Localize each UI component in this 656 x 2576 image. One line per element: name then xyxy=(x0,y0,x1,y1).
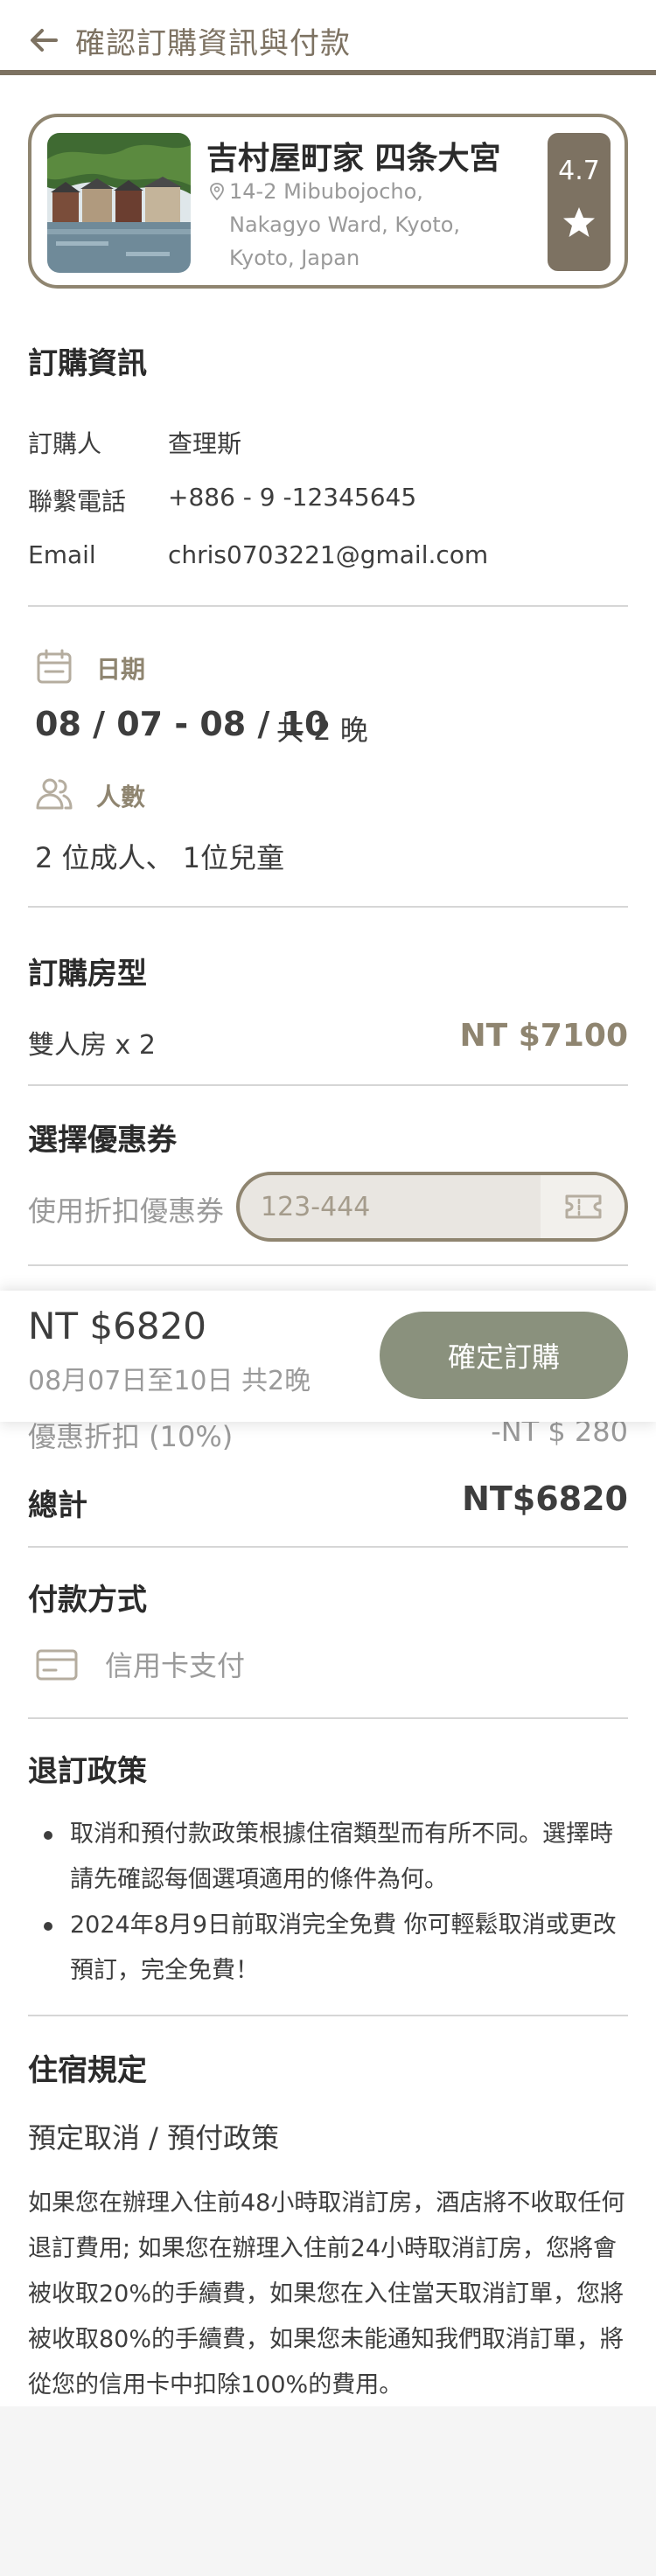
divider xyxy=(28,1264,628,1266)
checkout-page: 確認訂購資訊與付款 吉村屋町家 四条大宮 14-2 Mibubojocho, N… xyxy=(0,0,656,2406)
coupon-input[interactable] xyxy=(261,1175,549,1238)
hotel-card[interactable]: 吉村屋町家 四条大宮 14-2 Mibubojocho, Nakagyo War… xyxy=(28,114,628,289)
back-arrow-icon[interactable] xyxy=(26,23,61,58)
credit-card-icon xyxy=(36,1649,78,1681)
list-item: 2024年8月9日前取消完全免費 你可輕鬆取消或更改預訂，完全免費！ xyxy=(28,1903,628,1994)
cancellation-title: 退訂政策 xyxy=(28,1754,147,1789)
room-price: NT $7100 xyxy=(459,1018,628,1054)
star-icon xyxy=(563,207,595,237)
people-label: 人數 xyxy=(96,783,146,811)
app-header: 確認訂購資訊與付款 xyxy=(0,0,656,75)
rating-value: 4.7 xyxy=(558,156,600,186)
people-icon xyxy=(36,778,73,810)
confirm-order-button[interactable]: 確定訂購 xyxy=(380,1312,628,1399)
policy-list: 取消和預付款政策根據住宿類型而有所不同。選擇時請先確認每個選項適用的條件為何。 … xyxy=(28,1812,628,1994)
nights-count: 共 2 晚 xyxy=(276,714,368,747)
rules-title: 住宿規定 xyxy=(28,2053,147,2088)
rules-subtitle: 預定取消 / 預付政策 xyxy=(28,2121,280,2155)
checkout-bar: NT $6820 08月07日至10日 共2晚 確定訂購 xyxy=(0,1291,656,1422)
rules-body: 如果您在辦理入住前48小時取消訂房，酒店將不收取任何退訂費用; 如果您在辦理入住… xyxy=(28,2190,625,2398)
payment-title: 付款方式 xyxy=(28,1583,147,1618)
ticket-icon xyxy=(565,1194,602,1219)
divider xyxy=(28,605,628,607)
email-label: Email xyxy=(28,540,96,569)
order-info-title: 訂購資訊 xyxy=(28,346,147,381)
divider xyxy=(28,2015,628,2016)
coupon-apply-button[interactable] xyxy=(541,1175,625,1238)
divider xyxy=(28,906,628,908)
coupon-title: 選擇優惠券 xyxy=(28,1123,177,1158)
divider xyxy=(28,1084,628,1086)
list-item: 取消和預付款政策根據住宿類型而有所不同。選擇時請先確認每個選項適用的條件為何。 xyxy=(28,1812,628,1903)
email-value: chris0703221@gmail.com xyxy=(168,540,489,569)
phone-value: +886 - 9 -12345645 xyxy=(168,483,417,512)
coupon-label: 使用折扣優惠券 xyxy=(28,1194,225,1228)
room-type: 雙人房 x 2 xyxy=(28,1030,156,1061)
calendar-icon xyxy=(37,649,72,684)
date-label: 日期 xyxy=(96,655,146,684)
total-label: 總計 xyxy=(28,1488,87,1523)
hotel-name: 吉村屋町家 四条大宮 xyxy=(206,141,501,177)
page-title: 確認訂購資訊與付款 xyxy=(75,26,351,61)
divider xyxy=(28,1546,628,1548)
bar-stay-dates: 08月07日至10日 共2晚 xyxy=(28,1366,311,1396)
phone-label: 聯繫電話 xyxy=(28,487,127,516)
payment-method[interactable]: 信用卡支付 xyxy=(105,1644,245,1684)
bar-total-price: NT $6820 xyxy=(28,1305,207,1347)
coupon-field xyxy=(236,1172,628,1242)
people-value: 2 位成人、 1位兒童 xyxy=(35,841,285,874)
orderer-value: 查理斯 xyxy=(168,429,242,458)
room-type-title: 訂購房型 xyxy=(28,957,147,992)
pin-icon xyxy=(210,183,224,201)
hotel-address: 14-2 Mibubojocho, Nakagyo Ward, Kyoto, K… xyxy=(229,179,461,270)
total-value: NT$6820 xyxy=(462,1479,628,1518)
hotel-photo xyxy=(47,133,191,273)
divider xyxy=(28,1717,628,1719)
rating-badge: 4.7 xyxy=(548,133,611,271)
orderer-label: 訂購人 xyxy=(28,429,102,458)
